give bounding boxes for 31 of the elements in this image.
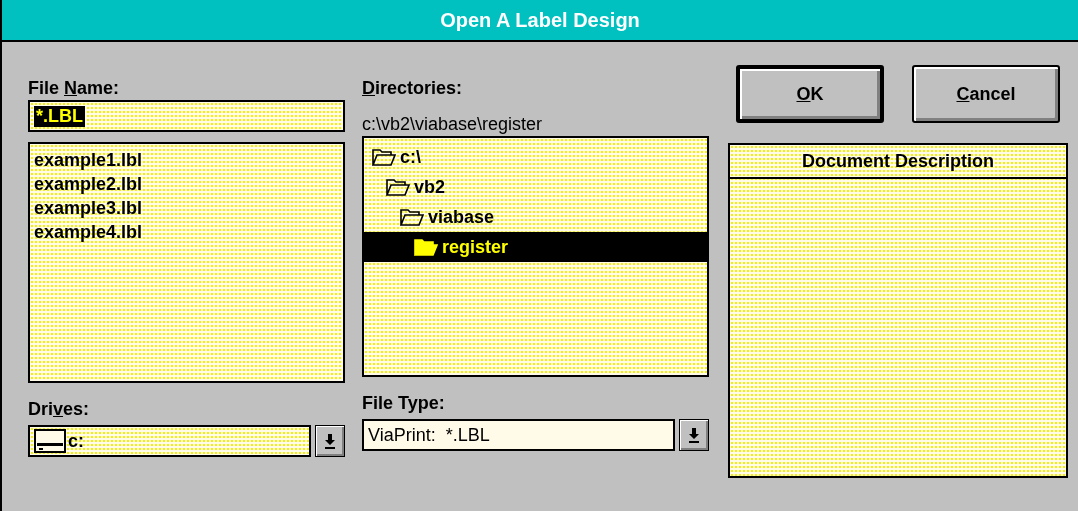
folder-icon	[400, 208, 424, 226]
ok-button[interactable]: OK	[736, 65, 884, 123]
drives-dropdown[interactable]: c:	[28, 425, 311, 457]
drives-label: Drives:	[28, 399, 91, 421]
cancel-button[interactable]: Cancel	[912, 65, 1060, 123]
down-arrow-icon	[324, 433, 336, 449]
file-type-label: File Type:	[362, 393, 446, 415]
file-name-field[interactable]: *.LBL	[28, 100, 345, 132]
file-item[interactable]: example4.lbl	[34, 220, 143, 244]
folder-icon	[386, 178, 410, 196]
window-title: Open A Label Design	[2, 0, 1078, 42]
folder-icon	[372, 148, 396, 166]
directory-item[interactable]: viabase	[364, 202, 707, 232]
folder-icon	[414, 238, 438, 256]
directory-item[interactable]: register	[364, 232, 707, 262]
down-arrow-icon	[688, 427, 700, 443]
file-name-label: File Name:	[28, 78, 121, 100]
panel-header: Document Description	[730, 145, 1066, 179]
file-item[interactable]: example3.lbl	[34, 196, 143, 220]
dropdown-button[interactable]	[679, 419, 709, 451]
drive-icon	[34, 429, 66, 453]
directory-item[interactable]: vb2	[364, 172, 707, 202]
file-item[interactable]: example2.lbl	[34, 172, 143, 196]
directory-tree[interactable]: c:\ vb2 viabase register	[362, 136, 709, 377]
file-type-dropdown[interactable]: ViaPrint: *.LBL	[362, 419, 675, 451]
directories-label: Directories:	[362, 78, 464, 100]
file-list[interactable]: example1.lbl example2.lbl example3.lbl example4.lbl	[28, 142, 345, 383]
directory-item[interactable]: c:\	[364, 142, 707, 172]
dropdown-button[interactable]	[315, 425, 345, 457]
current-path: c:\vb2\viabase\register	[362, 114, 544, 136]
file-item[interactable]: example1.lbl	[34, 148, 143, 172]
